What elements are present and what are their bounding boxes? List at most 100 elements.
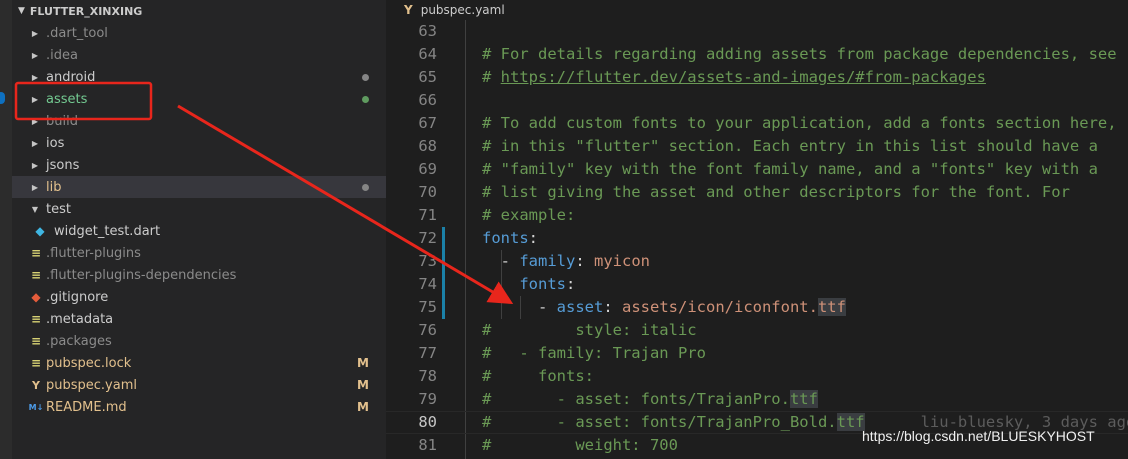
code-line[interactable]: 72 fonts:	[386, 227, 1128, 250]
git-modified-gutter	[442, 227, 445, 250]
tree-item-label: jsons	[46, 157, 80, 173]
code-line[interactable]: 79 # - asset: fonts/TrajanPro.ttf	[386, 388, 1128, 411]
code-line[interactable]: 69 # "family" key with the font family na…	[386, 158, 1128, 181]
code-line[interactable]: 77 # - family: Trajan Pro	[386, 342, 1128, 365]
tree-item-label: build	[46, 113, 78, 129]
tree-item-test[interactable]: ▼ test	[12, 198, 386, 220]
explorer-sidebar: ▼ FLUTTER_XINXING ▶ .dart_tool ▶ .idea ▶ andr…	[12, 0, 386, 459]
tree-item-label: pubspec.lock	[46, 355, 132, 371]
tree-item-flutter-plugins-dependencies[interactable]: ≡ .flutter-plugins-dependencies	[12, 264, 386, 286]
line-text: # weight: 700	[482, 436, 678, 454]
editor: Y pubspec.yaml 63 64 # For details regardi…	[386, 0, 1128, 459]
line-text: # To add custom fonts to your applicatio…	[482, 114, 1117, 132]
tree-item-pubspec-yaml[interactable]: Ypubspec.yaml M	[12, 374, 386, 396]
tree-item-label: lib	[46, 179, 62, 195]
chevron-right-icon: ▶	[31, 50, 39, 60]
tree-item-label: .idea	[46, 47, 78, 63]
chevron-down-icon: ▼	[31, 204, 39, 214]
tree-item-assets[interactable]: ▶ assets	[12, 88, 386, 110]
tree-item-pubspec-lock[interactable]: ≡ pubspec.lock M	[12, 352, 386, 374]
chevron-right-icon: ▶	[31, 138, 39, 148]
tree-item-label: widget_test.dart	[54, 223, 161, 239]
explorer-root[interactable]: ▼ FLUTTER_XINXING	[12, 0, 386, 22]
status-dot	[362, 176, 369, 198]
yaml-icon: Y	[32, 378, 40, 392]
line-number: 80	[418, 413, 437, 431]
line-text: # style: italic	[482, 321, 697, 339]
markdown-icon: M↓	[28, 402, 44, 412]
line-number: 78	[418, 367, 437, 385]
status-dot	[362, 66, 369, 88]
lines-icon: ≡	[30, 334, 42, 348]
chevron-right-icon: ▶	[31, 160, 39, 170]
line-number: 73	[418, 252, 437, 270]
chevron-right-icon: ▶	[31, 182, 39, 192]
line-number: 68	[418, 137, 437, 155]
line-number: 66	[418, 91, 437, 109]
line-text: - family: myicon	[482, 252, 650, 270]
git-icon: ◆	[31, 290, 41, 304]
tree-item-flutter-plugins[interactable]: ≡ .flutter-plugins	[12, 242, 386, 264]
editor-tab[interactable]: Y pubspec.yaml	[386, 0, 1128, 20]
line-number: 69	[418, 160, 437, 178]
line-text: # fonts:	[482, 367, 594, 385]
line-number: 64	[418, 45, 437, 63]
lines-icon: ≡	[30, 312, 42, 326]
tree-item-ios[interactable]: ▶ ios	[12, 132, 386, 154]
code-line[interactable]: 71 # example:	[386, 204, 1128, 227]
line-number: 63	[418, 22, 437, 40]
code-line[interactable]: 73 - family: myicon	[386, 250, 1128, 273]
tree-item-packages[interactable]: ≡ .packages	[12, 330, 386, 352]
code-line[interactable]: 63	[386, 20, 1128, 43]
tree-item-readme-md[interactable]: M↓ README.md M	[12, 396, 386, 418]
line-text: fonts:	[482, 229, 539, 247]
chevron-right-icon: ▶	[31, 72, 39, 82]
activity-bar	[0, 0, 12, 459]
chevron-right-icon: ▶	[31, 28, 39, 38]
tree-item-label: .flutter-plugins-dependencies	[46, 267, 237, 283]
lines-icon: ≡	[30, 268, 42, 282]
code-line[interactable]: 66	[386, 89, 1128, 112]
code-line[interactable]: 74 fonts:	[386, 273, 1128, 296]
chevron-right-icon: ▶	[31, 94, 39, 104]
code-line[interactable]: 70 # list giving the asset and other desc…	[386, 181, 1128, 204]
code-line[interactable]: 76 # style: italic	[386, 319, 1128, 342]
line-text: # For details regarding adding assets fr…	[482, 45, 1117, 63]
code-area[interactable]: 63 64 # For details regarding adding asset…	[386, 20, 1128, 457]
tree-item-label: .dart_tool	[46, 25, 108, 41]
git-modified-gutter	[442, 250, 445, 273]
code-line[interactable]: 68 # in this "flutter" section. Each entr…	[386, 135, 1128, 158]
lines-icon: ≡	[30, 246, 42, 260]
tree-item-label: .gitignore	[46, 289, 109, 305]
tree-item-gitignore[interactable]: ◆ .gitignore	[12, 286, 386, 308]
tree-item-android[interactable]: ▶ android	[12, 66, 386, 88]
lines-icon: ≡	[30, 356, 42, 370]
activity-indicator	[0, 92, 5, 104]
tree-item-widget-test-dart[interactable]: ◆ widget_test.dart	[12, 220, 386, 242]
line-text: # example:	[482, 206, 576, 224]
line-text: # - family: Trajan Pro	[482, 344, 706, 362]
chevron-down-icon: ▼	[18, 6, 25, 16]
tree-item-dart-tool[interactable]: ▶ .dart_tool	[12, 22, 386, 44]
tree-item-jsons[interactable]: ▶ jsons	[12, 154, 386, 176]
tree-item-label: .metadata	[46, 311, 114, 327]
line-number: 72	[418, 229, 437, 247]
tree-item-build[interactable]: ▶ build	[12, 110, 386, 132]
line-text: - asset: assets/icon/iconfont.ttf	[482, 298, 846, 316]
line-number: 81	[418, 436, 437, 454]
tree-item-label: test	[46, 201, 71, 217]
file-tree: ▶ .dart_tool ▶ .idea ▶ android ▶ assets ▶ build ▶ i…	[12, 22, 386, 418]
tree-item-label: ios	[46, 135, 65, 151]
code-line[interactable]: 75 - asset: assets/icon/iconfont.ttf	[386, 296, 1128, 319]
tree-item-idea[interactable]: ▶ .idea	[12, 44, 386, 66]
tab-title: pubspec.yaml	[420, 3, 505, 17]
code-line[interactable]: 67 # To add custom fonts to your applicat…	[386, 112, 1128, 135]
code-line[interactable]: 64 # For details regarding adding assets …	[386, 43, 1128, 66]
line-text: # https://flutter.dev/assets-and-images/…	[482, 68, 986, 86]
tree-item-lib[interactable]: ▶ lib	[12, 176, 386, 198]
tree-item-metadata[interactable]: ≡ .metadata	[12, 308, 386, 330]
code-line[interactable]: 78 # fonts:	[386, 365, 1128, 388]
tree-item-label: .flutter-plugins	[46, 245, 141, 261]
tree-item-label: android	[46, 69, 96, 85]
code-line[interactable]: 65 # https://flutter.dev/assets-and-image…	[386, 66, 1128, 89]
